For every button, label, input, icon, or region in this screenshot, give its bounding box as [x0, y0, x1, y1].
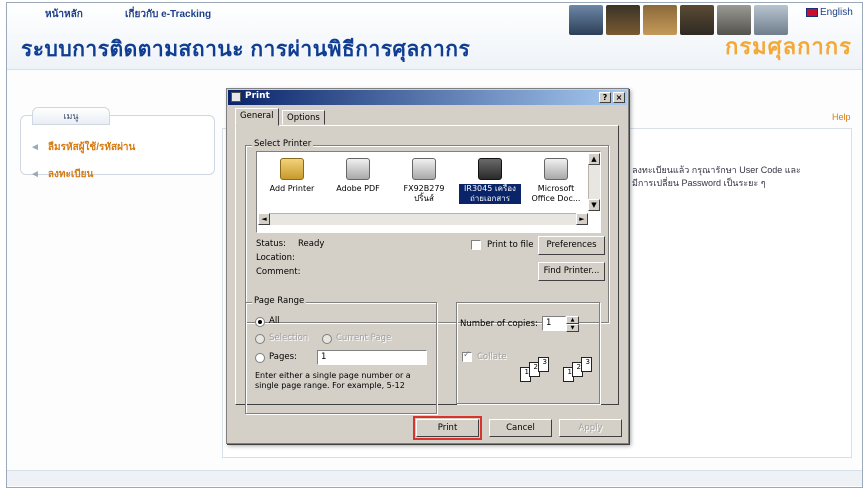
- tab-general[interactable]: General: [235, 108, 279, 126]
- container-photo: [680, 5, 714, 35]
- collate-pages-icon: 1 2 3: [520, 357, 560, 383]
- comment-label: Comment:: [256, 267, 301, 277]
- collate-checkbox: [462, 350, 472, 362]
- printer-icon: [412, 158, 436, 180]
- customs-brand-logo: กรมศุลกากร: [725, 34, 852, 59]
- status-label: Status:: [256, 239, 286, 249]
- help-button[interactable]: ?: [599, 92, 611, 103]
- uk-flag-icon: [806, 7, 818, 17]
- notice-text: ลงทะเบียนแล้ว กรุณารักษา User Code และ ม…: [632, 164, 857, 190]
- printer-label: Adobe PDF: [336, 184, 380, 193]
- printer-list[interactable]: Add Printer Adobe PDF FX92B279 ปริ้นส์ I…: [256, 151, 601, 233]
- range-current-page-label: Current Page: [336, 333, 392, 343]
- printer-icon: [544, 158, 568, 180]
- scroll-down-arrow-icon[interactable]: ▼: [588, 199, 600, 211]
- copies-input[interactable]: 1: [542, 316, 566, 331]
- range-selection-radio: [255, 334, 265, 344]
- range-selection-label: Selection: [269, 333, 309, 343]
- print-dialog: Print ? × General Options Select Printer…: [226, 88, 629, 444]
- cancel-button[interactable]: Cancel: [489, 419, 552, 437]
- tab-options[interactable]: Options: [282, 110, 325, 125]
- printer-icon: [346, 158, 370, 180]
- printer-label: Add Printer: [269, 184, 315, 193]
- page-range-label: Page Range: [252, 296, 307, 306]
- status-value: Ready: [298, 239, 325, 249]
- dialog-title: Print: [245, 91, 270, 101]
- pages-input[interactable]: 1: [317, 350, 427, 365]
- page-footer: [7, 470, 862, 486]
- notice-line: ลงทะเบียนแล้ว กรุณารักษา User Code และ: [632, 165, 801, 175]
- printer-item-ir3045[interactable]: IR3045 เครื่องถ่ายเอกสาร: [459, 156, 521, 218]
- help-link[interactable]: Help: [832, 112, 851, 122]
- add-printer-icon: [280, 158, 304, 180]
- preferences-button[interactable]: Preferences: [538, 236, 605, 255]
- range-pages-label: Pages:: [269, 352, 297, 362]
- about-etracking-link[interactable]: เกี่ยวกับ e-Tracking: [125, 7, 211, 22]
- site-title: ระบบการติดตามสถานะ การผ่านพิธีการศุลกากร: [21, 38, 471, 61]
- printer-label: Microsoft Office Doc...: [531, 184, 581, 203]
- collate-label: Collate: [477, 352, 507, 362]
- printer-label: IR3045 เครื่องถ่ายเอกสาร: [459, 184, 521, 204]
- collate-page-3: 3: [581, 357, 592, 372]
- range-all-radio[interactable]: [255, 317, 265, 327]
- scroll-left-arrow-icon[interactable]: ◄: [258, 213, 270, 225]
- site-header: หน้าหลัก เกี่ยวกับ e-Tracking ระบบการติด…: [7, 3, 862, 70]
- printer-icon: [478, 158, 502, 180]
- printer-item-microsoft-office-doc[interactable]: Microsoft Office Doc...: [525, 156, 587, 218]
- copies-up-arrow-icon[interactable]: ▲: [566, 316, 579, 324]
- scroll-right-arrow-icon[interactable]: ►: [576, 213, 588, 225]
- english-label: English: [820, 7, 853, 18]
- collate-pages-icon: 1 2 3: [563, 357, 603, 383]
- cargo-ship-photo: [569, 5, 603, 35]
- printer-list-horizontal-scrollbar[interactable]: ◄ ►: [258, 213, 588, 225]
- printer-item-add-printer[interactable]: Add Printer: [261, 156, 323, 218]
- menu-title: เมนู: [32, 107, 110, 125]
- english-language-link[interactable]: English: [806, 7, 853, 18]
- menu-item-forgot-password[interactable]: ◄ ลืมรหัสผู้ใช้/รหัสผ่าน: [30, 140, 135, 155]
- arrow-bullet-icon: ◄: [30, 169, 40, 180]
- dialog-titlebar[interactable]: Print ? ×: [228, 90, 627, 105]
- range-current-page-radio: [322, 334, 332, 344]
- print-to-file-label: Print to file: [487, 240, 534, 250]
- apply-button: Apply: [559, 419, 622, 437]
- page-range-hint: Enter either a single page number or a s…: [255, 371, 411, 390]
- printer-icon: [231, 92, 241, 102]
- scroll-up-arrow-icon[interactable]: ▲: [588, 153, 600, 165]
- close-button[interactable]: ×: [613, 92, 625, 103]
- arrow-bullet-icon: ◄: [30, 142, 40, 153]
- range-pages-radio[interactable]: [255, 353, 265, 363]
- printer-item-fx92b279[interactable]: FX92B279 ปริ้นส์: [393, 156, 455, 218]
- menu-item-label: ลืมรหัสผู้ใช้/รหัสผ่าน: [47, 142, 136, 153]
- location-label: Location:: [256, 253, 295, 263]
- notice-line: มีการเปลี่ยน Password เป็นระยะ ๆ: [632, 178, 766, 188]
- warehouse-photo: [643, 5, 677, 35]
- find-printer-button[interactable]: Find Printer...: [538, 262, 605, 281]
- printer-list-vertical-scrollbar[interactable]: ▲ ▼: [588, 153, 600, 211]
- number-of-copies-label: Number of copies:: [460, 319, 538, 329]
- range-all-label: All: [269, 316, 280, 326]
- printer-label: FX92B279 ปริ้นส์: [403, 184, 445, 203]
- truck-photo: [606, 5, 640, 35]
- printer-item-adobe-pdf[interactable]: Adobe PDF: [327, 156, 389, 218]
- copies-down-arrow-icon[interactable]: ▼: [566, 324, 579, 332]
- collate-page-3: 3: [538, 357, 549, 372]
- print-button-highlight: [413, 416, 482, 440]
- menu-item-label: ลงทะเบียน: [47, 169, 94, 180]
- select-printer-label: Select Printer: [252, 139, 314, 149]
- home-link[interactable]: หน้าหลัก: [45, 7, 83, 22]
- print-to-file-checkbox[interactable]: [471, 240, 481, 250]
- menu-item-register[interactable]: ◄ ลงทะเบียน: [30, 167, 93, 182]
